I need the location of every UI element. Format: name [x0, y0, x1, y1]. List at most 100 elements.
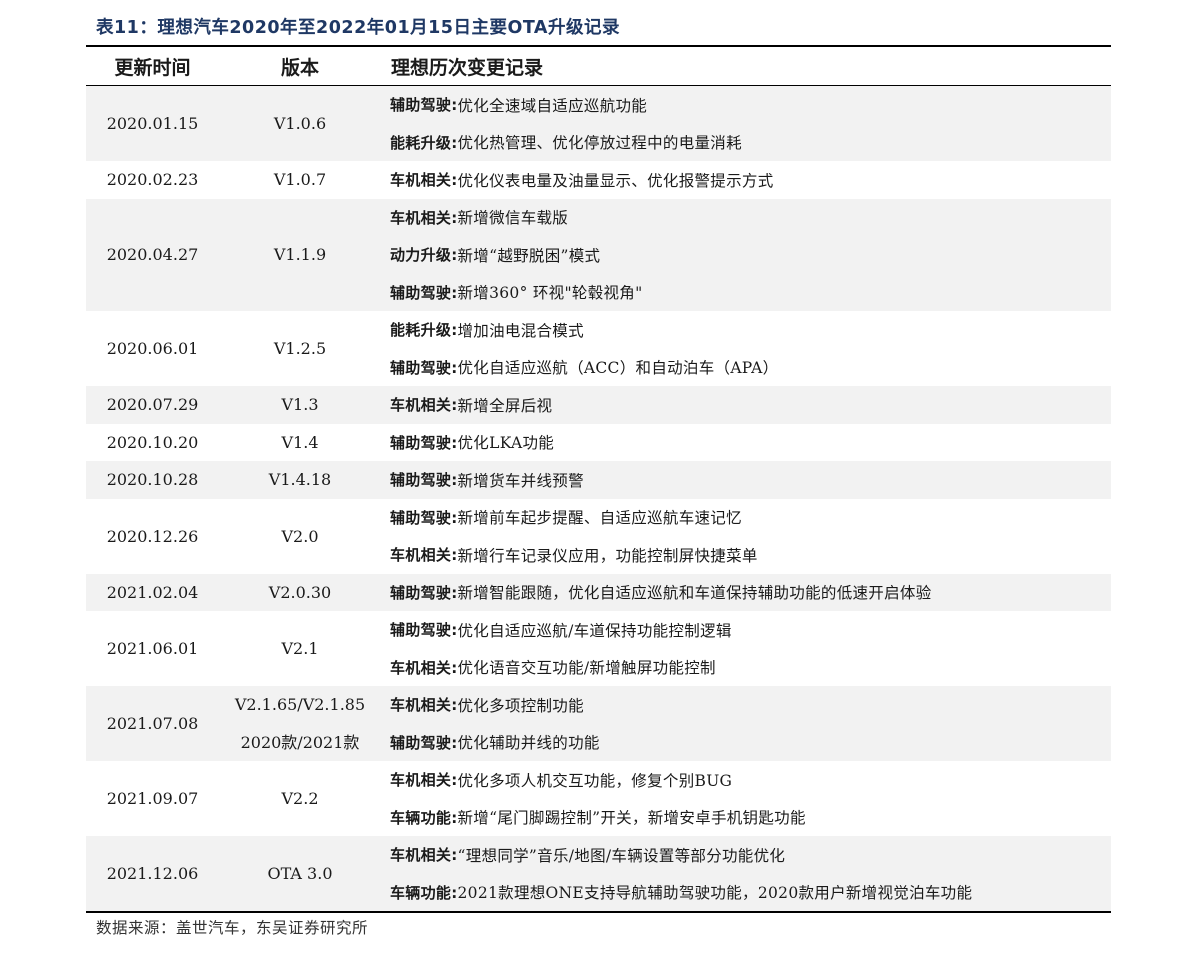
table-row: 2021.12.06 OTA 3.0 车机相关: “理想同学”音乐/地图/车辆设置等部… — [86, 836, 1111, 911]
log-text: 优化热管理、优化停放过程中的电量消耗 — [457, 134, 742, 153]
row-version-line: V2.1 — [281, 639, 319, 658]
log-category: 辅助驾驶: — [390, 471, 458, 490]
row-date: 2021.02.04 — [106, 582, 199, 602]
row-version-line: V1.0.6 — [273, 114, 327, 133]
table-row: 2021.07.08 V2.1.65/V2.1.85 2020款/2021款 车机相关… — [86, 686, 1111, 761]
table-row: 2021.09.07 V2.2 车机相关: 优化多项人机交互功能，修复个别BUG 车辆功… — [86, 761, 1111, 836]
row-version: V1.0.7 — [219, 161, 381, 199]
row-date: 2020.10.28 — [106, 470, 199, 490]
row-date: 2020.12.26 — [106, 526, 199, 546]
log-category: 辅助驾驶: — [390, 621, 458, 640]
log-text: 2021款理想ONE支持导航辅助驾驶功能，2020款用户新增视觉泊车功能 — [457, 884, 973, 903]
log-entry: 辅助驾驶: 新增360° 环视"轮毂视角" — [390, 274, 1111, 312]
log-category: 车机相关: — [390, 658, 458, 677]
table-row: 2020.02.23 V1.0.7 车机相关: 优化仪表电量及油量显示、优化报警提示方… — [86, 161, 1111, 199]
table-row: 2020.01.15 V1.0.6 辅助驾驶: 优化全速域自适应巡航功能 能耗升级: 优化… — [86, 86, 1111, 161]
log-text: 增加油电混合模式 — [457, 321, 584, 340]
header-date: 更新时间 — [114, 56, 191, 79]
row-version: OTA 3.0 — [219, 836, 381, 911]
row-log: 能耗升级: 增加油电混合模式辅助驾驶: 优化自适应巡航（ACC）和自动泊车（APA） — [381, 311, 1111, 386]
log-text: 新增“尾门脚踢控制”开关，新增安卓手机钥匙功能 — [457, 809, 806, 828]
log-text: 优化仪表电量及油量显示、优化报警提示方式 — [457, 171, 774, 190]
row-log: 辅助驾驶: 优化全速域自适应巡航功能能耗升级: 优化热管理、优化停放过程中的电量消耗 — [381, 86, 1111, 161]
log-entry: 能耗升级: 增加油电混合模式 — [390, 311, 1111, 349]
log-text: 优化多项人机交互功能，修复个别BUG — [457, 771, 733, 790]
log-entry: 辅助驾驶: 优化辅助并线的功能 — [390, 724, 1111, 762]
log-entry: 辅助驾驶: 新增货车并线预警 — [390, 461, 1111, 499]
ota-table: 更新时间 版本 理想历次变更记录 2020.01.15 V1.0.6 辅助驾驶: 优化… — [86, 45, 1111, 913]
row-version-line: V1.0.7 — [273, 170, 327, 190]
log-text: 优化辅助并线的功能 — [457, 734, 600, 753]
log-category: 辅助驾驶: — [390, 583, 458, 602]
log-category: 能耗升级: — [390, 133, 458, 152]
row-log: 车机相关: 新增全屏后视 — [381, 386, 1111, 424]
row-log: 车机相关: 优化多项人机交互功能，修复个别BUG 车辆功能: 新增“尾门脚踢控制”开关… — [381, 761, 1111, 836]
row-date: 2020.10.20 — [106, 432, 199, 452]
row-log: 辅助驾驶: 新增货车并线预警 — [381, 461, 1111, 499]
log-entry: 车辆功能: 新增“尾门脚踢控制”开关，新增安卓手机钥匙功能 — [390, 799, 1111, 837]
log-entry: 车机相关: 优化多项人机交互功能，修复个别BUG — [390, 761, 1111, 799]
row-version-line: V1.4 — [281, 432, 319, 452]
table-row: 2021.06.01 V2.1 辅助驾驶: 优化自适应巡航/车道保持功能控制逻辑 车机相… — [86, 611, 1111, 686]
row-log: 辅助驾驶: 优化LKA功能 — [381, 424, 1111, 462]
row-log: 辅助驾驶: 优化自适应巡航/车道保持功能控制逻辑 车机相关: 优化语音交互功能/新增触… — [381, 611, 1111, 686]
log-category: 辅助驾驶: — [390, 433, 458, 452]
log-entry: 车机相关: “理想同学”音乐/地图/车辆设置等部分功能优化 — [390, 836, 1111, 874]
log-text: 优化全速域自适应巡航功能 — [457, 96, 648, 115]
table-body: 2020.01.15 V1.0.6 辅助驾驶: 优化全速域自适应巡航功能 能耗升级: 优化… — [86, 86, 1111, 911]
row-version-line: 2020款/2021款 — [240, 732, 360, 752]
log-text: 新增全屏后视 — [457, 396, 553, 415]
log-entry: 辅助驾驶: 新增智能跟随，优化自适应巡航和车道保持辅助功能的低速开启体验 — [390, 574, 1111, 612]
row-log: 辅助驾驶: 新增前车起步提醒、自适应巡航车速记忆 车机相关: 新增行车记录仪应用，功能… — [381, 499, 1111, 574]
log-entry: 辅助驾驶: 优化全速域自适应巡航功能 — [390, 86, 1111, 124]
log-category: 能耗升级: — [390, 321, 458, 340]
row-date: 2021.12.06 — [106, 864, 199, 883]
row-version: V2.0.30 — [219, 574, 381, 612]
log-text: 优化多项控制功能 — [457, 696, 584, 715]
log-text: 新增微信车载版 — [457, 209, 569, 228]
row-log: 车机相关: 新增微信车载版 动力升级: 新增“越野脱困”模式 辅助驾驶: 新增360° 环… — [381, 199, 1111, 312]
source-note: 数据来源：盖世汽车，东吴证券研究所 — [96, 919, 369, 937]
log-entry: 车机相关: 优化仪表电量及油量显示、优化报警提示方式 — [390, 161, 1111, 199]
row-date: 2020.01.15 — [106, 114, 199, 133]
row-date: 2021.07.08 — [106, 714, 199, 733]
log-category: 车机相关: — [390, 546, 458, 565]
log-category: 辅助驾驶: — [390, 358, 458, 377]
table-title: 表11：理想汽车2020年至2022年01月15日主要OTA升级记录 — [96, 18, 620, 38]
row-version: V2.1.65/V2.1.85 2020款/2021款 — [219, 686, 381, 761]
log-text: 优化自适应巡航（ACC）和自动泊车（APA） — [457, 359, 779, 378]
row-version-line: V1.1.9 — [273, 245, 327, 265]
table-bottom-rule — [86, 911, 1111, 913]
log-category: 辅助驾驶: — [390, 283, 458, 302]
log-category: 车辆功能: — [390, 808, 458, 827]
log-entry: 车机相关: 优化语音交互功能/新增触屏功能控制 — [390, 649, 1111, 687]
row-date: 2020.07.29 — [106, 395, 199, 415]
table-row: 2020.06.01 V1.2.5 能耗升级: 增加油电混合模式 辅助驾驶: 优化自适应巡… — [86, 311, 1111, 386]
row-version-line: V1.4.18 — [268, 470, 332, 490]
log-entry: 车机相关: 新增微信车载版 — [390, 199, 1111, 237]
row-version: V2.2 — [219, 761, 381, 836]
table-row: 2020.04.27 V1.1.9 车机相关: 新增微信车载版 动力升级: 新增“越野脱困… — [86, 198, 1111, 312]
row-version-line: V2.0 — [281, 526, 319, 546]
row-version: V1.0.6 — [219, 86, 381, 161]
log-category: 辅助驾驶: — [390, 508, 458, 527]
row-date: 2020.04.27 — [106, 245, 199, 265]
row-version-line: V2.0.30 — [268, 582, 332, 602]
table-row: 2021.02.04 V2.0.30 辅助驾驶: 新增智能跟随，优化自适应巡航和车道保… — [86, 573, 1111, 612]
log-text: 新增360° 环视"轮毂视角" — [457, 284, 643, 303]
log-category: 辅助驾驶: — [390, 733, 458, 752]
log-category: 车辆功能: — [390, 883, 458, 902]
row-version-line: V2.2 — [281, 789, 319, 808]
table-row: 2020.12.26 V2.0 辅助驾驶: 新增前车起步提醒、自适应巡航车速记忆 车机相… — [86, 499, 1111, 574]
row-version-line: V1.2.5 — [273, 339, 327, 358]
row-version: V1.2.5 — [219, 311, 381, 386]
log-category: 车机相关: — [390, 696, 458, 715]
row-version: V1.4.18 — [219, 461, 381, 499]
log-category: 车机相关: — [390, 846, 458, 865]
log-text: “理想同学”音乐/地图/车辆设置等部分功能优化 — [457, 846, 786, 865]
log-category: 车机相关: — [390, 171, 458, 190]
row-log: 车机相关: “理想同学”音乐/地图/车辆设置等部分功能优化车辆功能: 2021款理想… — [381, 836, 1111, 911]
row-log: 车机相关: 优化仪表电量及油量显示、优化报警提示方式 — [381, 161, 1111, 199]
log-entry: 动力升级: 新增“越野脱困”模式 — [390, 236, 1111, 274]
log-entry: 辅助驾驶: 优化自适应巡航/车道保持功能控制逻辑 — [390, 611, 1111, 649]
